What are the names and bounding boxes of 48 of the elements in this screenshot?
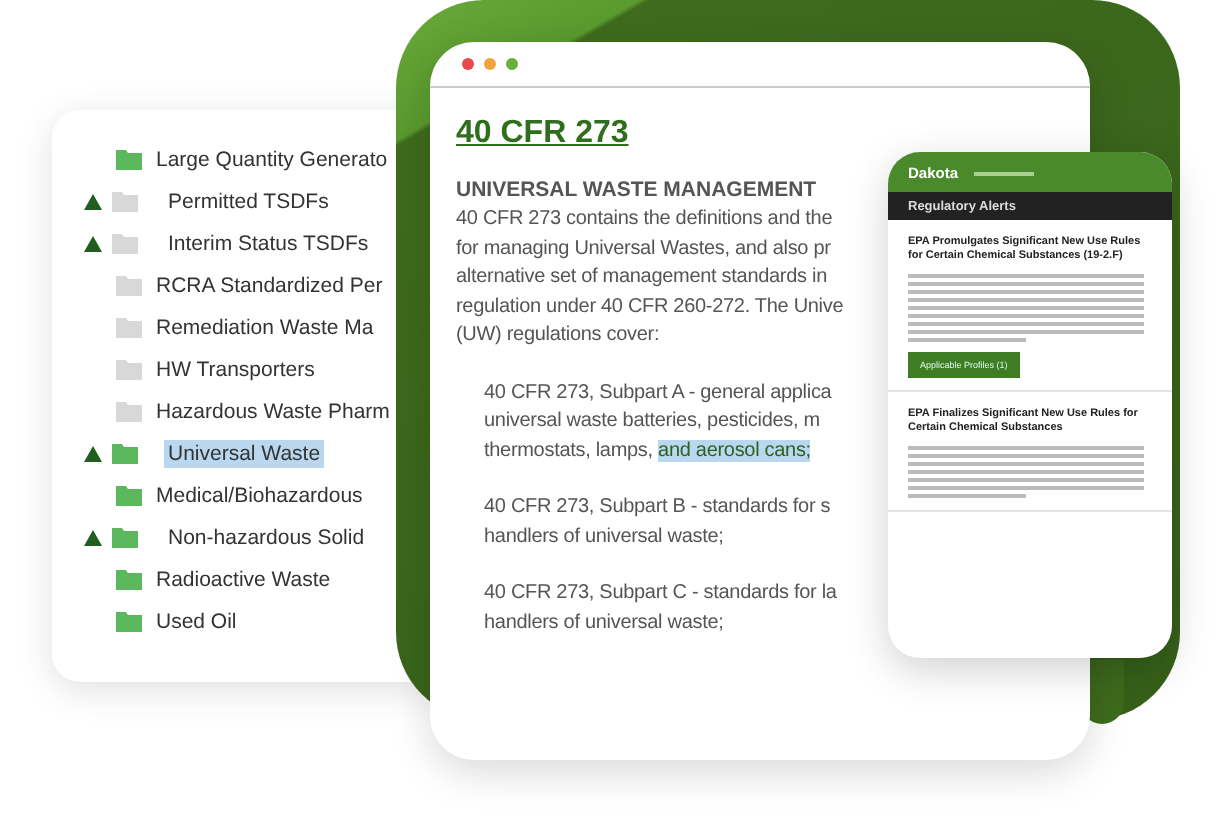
- list-line: 40 CFR 273, Subpart B - standards for s: [484, 494, 831, 522]
- tree-item[interactable]: Hazardous Waste Pharm: [152, 397, 394, 425]
- folder-icon: [116, 358, 142, 380]
- folder-icon: [116, 316, 142, 338]
- expand-triangle-icon[interactable]: [84, 235, 102, 251]
- tree-item[interactable]: Remediation Waste Ma: [152, 313, 378, 341]
- close-dot-icon[interactable]: [462, 58, 474, 70]
- expand-triangle-icon[interactable]: [84, 529, 102, 545]
- blurred-text-line: [974, 172, 1035, 176]
- list-line: 40 CFR 273, Subpart A - general applica: [484, 379, 832, 407]
- expand-triangle-icon[interactable]: [84, 445, 102, 461]
- tree-item[interactable]: RCRA Standardized Per: [152, 271, 387, 299]
- section-heading: UNIVERSAL WASTE MANAGEMENT: [456, 176, 817, 206]
- list-line: thermostats, lamps, and aerosol cans;: [484, 437, 811, 465]
- folder-icon: [116, 568, 142, 590]
- list-line: universal waste batteries, pesticides, m: [484, 408, 820, 436]
- paragraph-line: (UW) regulations cover:: [456, 322, 660, 350]
- folder-icon: [116, 484, 142, 506]
- list-line: handlers of universal waste;: [484, 609, 724, 637]
- tree-item[interactable]: Interim Status TSDFs: [164, 229, 373, 257]
- folder-icon: [116, 610, 142, 632]
- folder-icon: [116, 148, 142, 170]
- paragraph-line: regulation under 40 CFR 260-272. The Unive: [456, 293, 844, 321]
- folder-icon: [112, 442, 138, 464]
- folder-icon: [116, 274, 142, 296]
- tree-item[interactable]: Used Oil: [152, 607, 241, 635]
- maximize-dot-icon[interactable]: [506, 58, 518, 70]
- tree-item[interactable]: HW Transporters: [152, 355, 319, 383]
- folder-icon: [112, 526, 138, 548]
- tree-item[interactable]: Radioactive Waste: [152, 565, 335, 593]
- tree-item[interactable]: Large Quantity Generato: [152, 145, 392, 173]
- tree-item[interactable]: Permitted TSDFs: [164, 187, 333, 215]
- tree-item[interactable]: Universal Waste: [164, 439, 325, 467]
- list-line: handlers of universal waste;: [484, 523, 724, 551]
- tree-item[interactable]: Non-hazardous Solid: [164, 523, 369, 551]
- blurred-text-line: [908, 338, 1026, 342]
- paragraph-line: alternative set of management standards in: [456, 264, 827, 292]
- expand-triangle-icon[interactable]: [84, 193, 102, 209]
- list-line: 40 CFR 273, Subpart C - standards for la: [484, 580, 837, 608]
- minimize-dot-icon[interactable]: [484, 58, 496, 70]
- folder-icon: [112, 190, 138, 212]
- document-title-link[interactable]: 40 CFR 273: [456, 116, 629, 152]
- folder-icon: [112, 232, 138, 254]
- tree-item[interactable]: Medical/Biohazardous: [152, 481, 367, 509]
- folder-icon: [116, 400, 142, 422]
- blurred-text-line: [908, 494, 1026, 498]
- paragraph-line: 40 CFR 273 contains the definitions and the: [456, 206, 833, 234]
- paragraph-line: for managing Universal Wastes, and also pr: [456, 235, 831, 263]
